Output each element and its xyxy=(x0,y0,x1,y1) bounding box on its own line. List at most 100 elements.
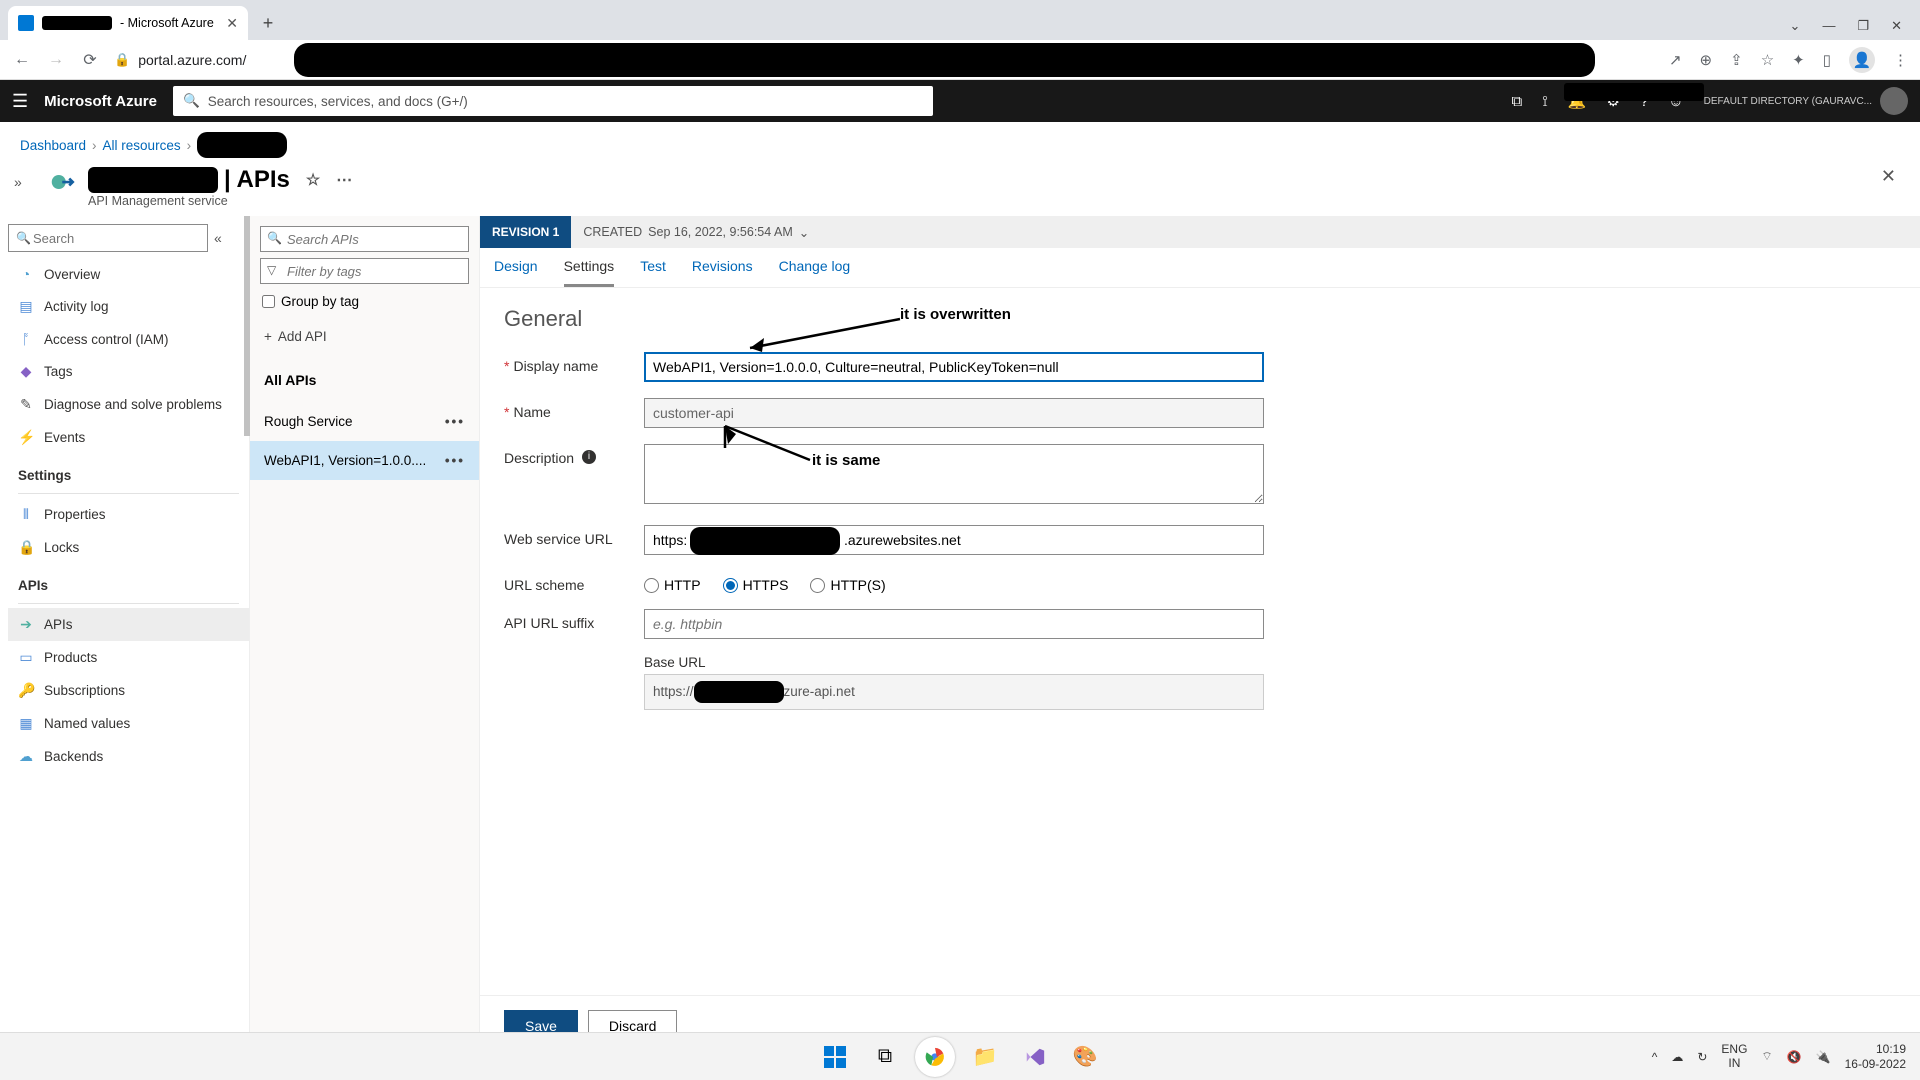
close-tab-icon[interactable]: ✕ xyxy=(226,15,238,32)
close-blade-icon[interactable]: ✕ xyxy=(1881,166,1896,187)
battery-icon[interactable]: 🔌 xyxy=(1816,1050,1831,1064)
api-item-webapi1[interactable]: WebAPI1, Version=1.0.0....••• xyxy=(250,441,479,480)
wifi-icon[interactable]: ⌔ xyxy=(1761,1049,1772,1064)
revision-badge[interactable]: REVISION 1 xyxy=(480,216,571,248)
more-actions-icon[interactable]: ⋯ xyxy=(336,170,352,190)
extensions-icon[interactable]: ✦ xyxy=(1792,51,1805,69)
tab-test[interactable]: Test xyxy=(640,258,666,287)
share-icon[interactable]: ↗ xyxy=(1669,51,1682,69)
annotation-overlay: it is overwritten it is same xyxy=(480,288,1920,995)
chevron-down-icon[interactable]: ⌄ xyxy=(1790,18,1801,34)
kebab-menu-icon[interactable]: ⋮ xyxy=(1893,51,1908,69)
bookmark-star-icon[interactable]: ☆ xyxy=(1761,51,1774,69)
nav-diagnose[interactable]: ✎Diagnose and solve problems xyxy=(8,388,249,421)
onedrive-icon[interactable]: ☁ xyxy=(1671,1050,1683,1064)
tab-title-suffix: - Microsoft Azure xyxy=(120,16,214,30)
favorite-star-icon[interactable]: ☆ xyxy=(306,170,320,190)
send-icon[interactable]: ⇪ xyxy=(1730,51,1743,69)
nav-backends[interactable]: ☁Backends xyxy=(8,740,249,773)
description-textarea[interactable] xyxy=(644,444,1264,504)
add-api-label: Add API xyxy=(278,329,327,344)
group-by-tag-checkbox[interactable]: Group by tag xyxy=(250,288,479,315)
api-item-label: Rough Service xyxy=(264,414,353,429)
radio-https[interactable]: HTTPS xyxy=(723,577,789,593)
address-bar[interactable]: 🔒 portal.azure.com/ xyxy=(114,45,1655,75)
directory-label: DEFAULT DIRECTORY (GAURAVC... xyxy=(1704,96,1872,107)
tab-revisions[interactable]: Revisions xyxy=(692,258,753,287)
azure-brand[interactable]: Microsoft Azure xyxy=(44,93,157,110)
nav-apis[interactable]: ➔APIs xyxy=(8,608,249,641)
nav-access-control[interactable]: ᚩAccess control (IAM) xyxy=(8,323,249,355)
chevron-down-icon[interactable]: ⌄ xyxy=(799,225,809,240)
search-apis-input[interactable] xyxy=(260,226,469,252)
profile-avatar-icon[interactable]: 👤 xyxy=(1849,47,1875,73)
sidepanel-icon[interactable]: ▯ xyxy=(1823,51,1831,69)
chrome-icon[interactable] xyxy=(915,1037,955,1077)
filter-tags-input[interactable] xyxy=(260,258,469,284)
scrollbar-thumb[interactable] xyxy=(244,216,250,436)
tray-expand-icon[interactable]: ^ xyxy=(1652,1050,1658,1064)
context-menu-icon[interactable]: ••• xyxy=(445,414,465,429)
label-name: Name xyxy=(513,404,550,420)
task-view-icon[interactable]: ⧉ xyxy=(865,1037,905,1077)
context-menu-icon[interactable]: ••• xyxy=(445,453,465,468)
window-minimize-icon[interactable]: — xyxy=(1822,18,1835,34)
resource-menu: 🔍 « ◔Overview ▤Activity log ᚩAccess cont… xyxy=(0,216,250,1056)
user-avatar-icon xyxy=(1880,87,1908,115)
breadcrumb-dashboard[interactable]: Dashboard xyxy=(20,138,86,153)
language-indicator[interactable]: ENG IN xyxy=(1721,1043,1747,1069)
start-menu-icon[interactable] xyxy=(815,1037,855,1077)
display-name-input[interactable] xyxy=(644,352,1264,382)
nav-subscriptions[interactable]: 🔑Subscriptions xyxy=(8,674,249,707)
forward-icon[interactable]: → xyxy=(46,51,66,69)
radio-http[interactable]: HTTP xyxy=(644,577,701,593)
all-apis-heading[interactable]: All APIs xyxy=(250,358,479,402)
nav-properties[interactable]: ⦀Properties xyxy=(8,498,249,531)
clock[interactable]: 10:19 16-09-2022 xyxy=(1845,1042,1906,1071)
label-api-url-suffix: API URL suffix xyxy=(504,615,594,631)
visual-studio-icon[interactable] xyxy=(1015,1037,1055,1077)
account-menu[interactable]: DEFAULT DIRECTORY (GAURAVC... xyxy=(1704,87,1908,115)
nav-locks[interactable]: 🔒Locks xyxy=(8,531,249,564)
tab-design[interactable]: Design xyxy=(494,258,538,287)
api-url-suffix-input[interactable] xyxy=(644,609,1264,639)
resource-type-label: API Management service xyxy=(88,194,352,208)
breadcrumb-all-resources[interactable]: All resources xyxy=(103,138,181,153)
azure-favicon xyxy=(18,15,34,31)
radio-http-s[interactable]: HTTP(S) xyxy=(810,577,885,593)
nav-label: Locks xyxy=(44,540,79,555)
collapse-menu-icon[interactable]: « xyxy=(214,230,222,246)
hamburger-menu-icon[interactable]: ☰ xyxy=(12,91,28,112)
menu-search-input[interactable] xyxy=(8,224,208,252)
nav-section-settings: Settings xyxy=(8,454,249,489)
window-restore-icon[interactable]: ❐ xyxy=(1857,18,1869,34)
sync-icon[interactable]: ↻ xyxy=(1697,1050,1707,1064)
zoom-icon[interactable]: ⊕ xyxy=(1700,51,1713,69)
nav-products[interactable]: ▭Products xyxy=(8,641,249,674)
api-item-rough-service[interactable]: Rough Service ••• xyxy=(250,402,479,441)
browser-tab[interactable]: - Microsoft Azure ✕ xyxy=(8,6,248,40)
directories-icon[interactable]: ⟟ xyxy=(1542,93,1548,110)
nav-label: Properties xyxy=(44,507,106,522)
detail-tabs: Design Settings Test Revisions Change lo… xyxy=(480,248,1920,288)
nav-events[interactable]: ⚡Events xyxy=(8,421,249,454)
reload-icon[interactable]: ⟳ xyxy=(80,50,100,70)
volume-icon[interactable]: 🔇 xyxy=(1787,1050,1802,1064)
name-input[interactable] xyxy=(644,398,1264,428)
nav-tags[interactable]: ◆Tags xyxy=(8,355,249,388)
nav-activity-log[interactable]: ▤Activity log xyxy=(8,290,249,323)
back-icon[interactable]: ← xyxy=(12,51,32,69)
add-api-button[interactable]: +Add API xyxy=(250,315,479,358)
tab-change-log[interactable]: Change log xyxy=(779,258,851,287)
info-icon[interactable]: i xyxy=(582,450,596,464)
cloud-shell-icon[interactable]: ⧉ xyxy=(1512,93,1523,110)
azure-search-box[interactable]: 🔍 Search resources, services, and docs (… xyxy=(173,86,933,116)
new-tab-button[interactable]: + xyxy=(254,9,282,37)
nav-overview[interactable]: ◔Overview xyxy=(8,258,249,290)
file-explorer-icon[interactable]: 📁 xyxy=(965,1037,1005,1077)
paint-icon[interactable]: 🎨 xyxy=(1065,1037,1105,1077)
expand-icon[interactable]: » xyxy=(14,174,22,190)
window-close-icon[interactable]: ✕ xyxy=(1891,18,1902,34)
tab-settings[interactable]: Settings xyxy=(564,258,615,287)
nav-named-values[interactable]: ▦Named values xyxy=(8,707,249,740)
